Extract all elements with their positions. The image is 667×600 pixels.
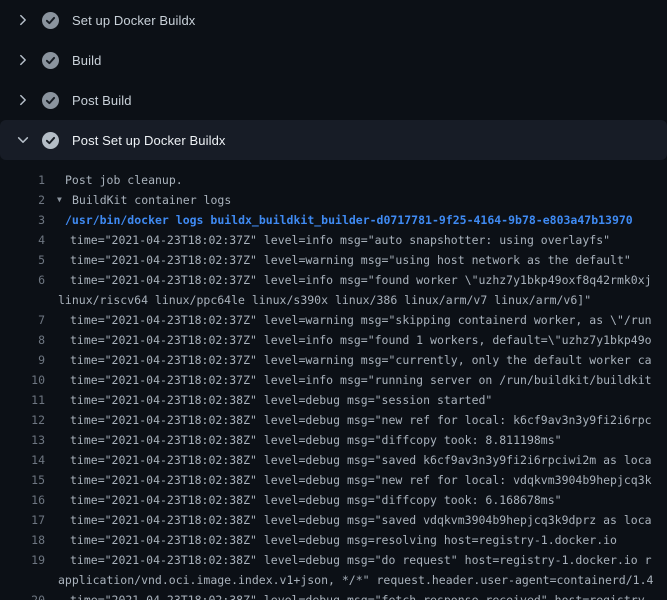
chevron-down-icon[interactable] <box>16 133 30 147</box>
log-line-text: time="2021-04-23T18:02:38Z" level=debug … <box>70 470 652 490</box>
log-line-text: time="2021-04-23T18:02:37Z" level=info m… <box>70 270 652 290</box>
step-row-post-set-up-docker-buildx[interactable]: Post Set up Docker Buildx <box>0 120 667 160</box>
log-line-number[interactable]: 12 <box>0 410 45 430</box>
log-line-number[interactable]: 9 <box>0 350 45 370</box>
log-line-text: time="2021-04-23T18:02:38Z" level=debug … <box>70 410 652 430</box>
log-line-number[interactable]: 20 <box>0 590 45 600</box>
step-row-post-build[interactable]: Post Build <box>0 80 667 120</box>
check-circle-icon <box>42 132 59 149</box>
step-row-set-up-docker-buildx[interactable]: Set up Docker Buildx <box>0 0 667 40</box>
triangle-down-icon[interactable]: ▼ <box>57 190 66 210</box>
log-line: 19 time="2021-04-23T18:02:38Z" level=debu… <box>0 550 667 570</box>
chevron-right-icon[interactable] <box>16 93 30 107</box>
log-line: 12 time="2021-04-23T18:02:38Z" level=debu… <box>0 410 667 430</box>
log-line-number[interactable]: 19 <box>0 550 45 570</box>
step-label: Post Build <box>72 93 132 108</box>
log-line-number[interactable]: 4 <box>0 230 45 250</box>
log-line-number[interactable]: 18 <box>0 530 45 550</box>
log-line: 5 time="2021-04-23T18:02:37Z" level=warni… <box>0 250 667 270</box>
log-line-number <box>0 290 45 310</box>
step-label: Build <box>72 53 101 68</box>
log-line-number[interactable]: 13 <box>0 430 45 450</box>
log-line: 18 time="2021-04-23T18:02:38Z" level=debu… <box>0 530 667 550</box>
log-line-number[interactable]: 10 <box>0 370 45 390</box>
chevron-right-icon[interactable] <box>16 13 30 27</box>
log-line: 14 time="2021-04-23T18:02:38Z" level=debu… <box>0 450 667 470</box>
log-line: 8 time="2021-04-23T18:02:37Z" level=info … <box>0 330 667 350</box>
step-row-build[interactable]: Build <box>0 40 667 80</box>
check-circle-icon <box>42 52 59 69</box>
log-line-text: time="2021-04-23T18:02:38Z" level=debug … <box>70 390 492 410</box>
log-line-text: time="2021-04-23T18:02:38Z" level=debug … <box>70 490 562 510</box>
log-line-text: Post job cleanup. <box>65 170 183 190</box>
log-line-text: time="2021-04-23T18:02:38Z" level=debug … <box>70 510 652 530</box>
log-line-text: time="2021-04-23T18:02:38Z" level=debug … <box>70 550 652 570</box>
log-line: application/vnd.oci.image.index.v1+json,… <box>0 570 667 590</box>
log-line-text: linux/riscv64 linux/ppc64le linux/s390x … <box>58 290 591 310</box>
log-line-number[interactable]: 8 <box>0 330 45 350</box>
log-command-text: /usr/bin/docker logs buildx_buildkit_bui… <box>65 210 633 230</box>
log-line-text: time="2021-04-23T18:02:38Z" level=debug … <box>70 450 652 470</box>
log-line-text: time="2021-04-23T18:02:38Z" level=debug … <box>70 430 562 450</box>
log-line: 6 time="2021-04-23T18:02:37Z" level=info … <box>0 270 667 290</box>
log-line-number[interactable]: 17 <box>0 510 45 530</box>
step-label: Post Set up Docker Buildx <box>72 133 226 148</box>
log-line-number[interactable]: 1 <box>0 170 45 190</box>
log-line-number[interactable]: 7 <box>0 310 45 330</box>
log-line: 1 Post job cleanup. <box>0 170 667 190</box>
log-line: 11 time="2021-04-23T18:02:38Z" level=debu… <box>0 390 667 410</box>
log-line-text: time="2021-04-23T18:02:37Z" level=info m… <box>70 370 652 390</box>
log-line: 2 ▼ BuildKit container logs <box>0 190 667 210</box>
log-line-number[interactable]: 16 <box>0 490 45 510</box>
log-line-number <box>0 570 45 590</box>
log-line-text: time="2021-04-23T18:02:37Z" level=info m… <box>70 230 610 250</box>
log-line: 13 time="2021-04-23T18:02:38Z" level=debu… <box>0 430 667 450</box>
log-line: 16 time="2021-04-23T18:02:38Z" level=debu… <box>0 490 667 510</box>
step-label: Set up Docker Buildx <box>72 13 195 28</box>
log-line: linux/riscv64 linux/ppc64le linux/s390x … <box>0 290 667 310</box>
log-line-text: time="2021-04-23T18:02:38Z" level=debug … <box>70 590 652 600</box>
log-line-text: time="2021-04-23T18:02:37Z" level=warnin… <box>70 250 631 270</box>
log-line-number[interactable]: 3 <box>0 210 45 230</box>
log-line-text: time="2021-04-23T18:02:37Z" level=info m… <box>70 330 652 350</box>
log-viewer: 1 Post job cleanup. 2 ▼ BuildKit container l… <box>0 160 667 600</box>
log-line: 4 time="2021-04-23T18:02:37Z" level=info … <box>0 230 667 250</box>
log-line: 9 time="2021-04-23T18:02:37Z" level=warni… <box>0 350 667 370</box>
log-line-number[interactable]: 11 <box>0 390 45 410</box>
log-line: 20 time="2021-04-23T18:02:38Z" level=debu… <box>0 590 667 600</box>
check-circle-icon <box>42 12 59 29</box>
log-line-number[interactable]: 5 <box>0 250 45 270</box>
log-line: 10 time="2021-04-23T18:02:37Z" level=info… <box>0 370 667 390</box>
steps-list: Set up Docker Buildx Build Post Build Post … <box>0 0 667 160</box>
log-line-text: time="2021-04-23T18:02:38Z" level=debug … <box>70 530 617 550</box>
check-circle-icon <box>42 92 59 109</box>
log-line-text: time="2021-04-23T18:02:37Z" level=warnin… <box>70 310 652 330</box>
chevron-right-icon[interactable] <box>16 53 30 67</box>
log-line-text: time="2021-04-23T18:02:37Z" level=warnin… <box>70 350 652 370</box>
log-line-number[interactable]: 2 <box>0 190 45 210</box>
log-line-number[interactable]: 6 <box>0 270 45 290</box>
log-line: 15 time="2021-04-23T18:02:38Z" level=debu… <box>0 470 667 490</box>
log-line-number[interactable]: 14 <box>0 450 45 470</box>
log-line-text: application/vnd.oci.image.index.v1+json,… <box>58 570 653 590</box>
log-line: 7 time="2021-04-23T18:02:37Z" level=warni… <box>0 310 667 330</box>
log-line-number[interactable]: 15 <box>0 470 45 490</box>
log-line: 17 time="2021-04-23T18:02:38Z" level=debu… <box>0 510 667 530</box>
log-line-text[interactable]: BuildKit container logs <box>72 190 231 210</box>
log-line: 3/usr/bin/docker logs buildx_buildkit_bu… <box>0 210 667 230</box>
